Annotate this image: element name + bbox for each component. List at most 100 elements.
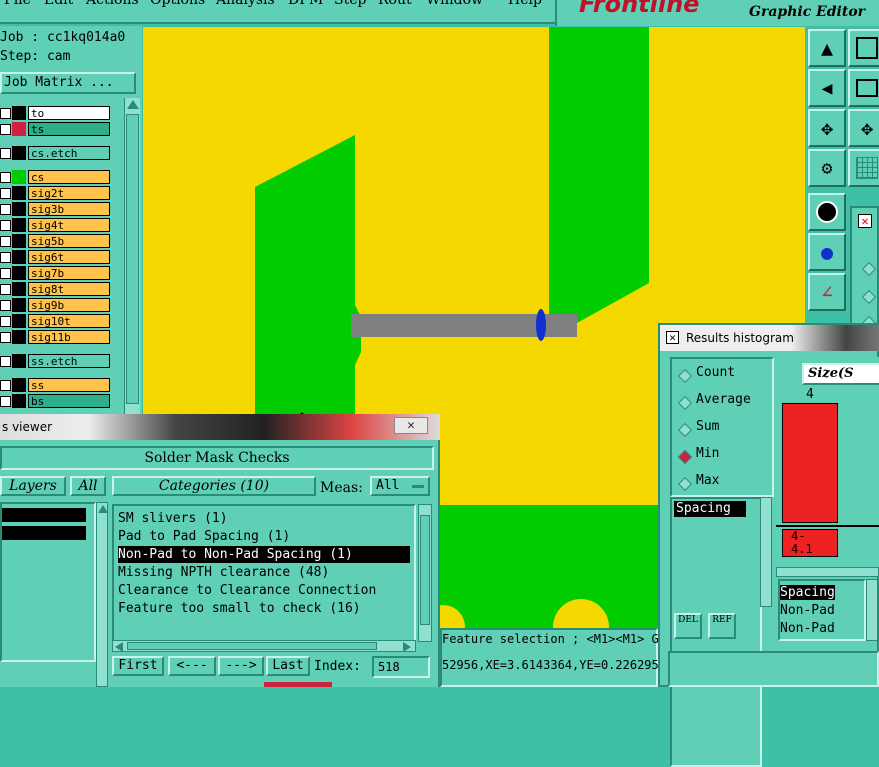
layer-name[interactable]: to: [28, 106, 110, 120]
close-icon[interactable]: ✕: [394, 417, 428, 434]
categories-list[interactable]: SM slivers (1) Pad to Pad Spacing (1) Non-…: [112, 504, 416, 642]
histogram-bar[interactable]: [782, 403, 838, 523]
layer-checkbox[interactable]: [0, 220, 11, 231]
layer-row[interactable]: sig9b: [0, 298, 112, 312]
layer-checkbox[interactable]: [0, 188, 11, 199]
layer-color-swatch[interactable]: [12, 186, 26, 200]
layer-row[interactable]: bs: [0, 394, 112, 408]
scroll-thumb[interactable]: [127, 642, 377, 650]
result-list[interactable]: Spacing Non-Pad Non-Pad: [778, 579, 866, 641]
category-item[interactable]: Pad to Pad Spacing (1): [118, 528, 290, 545]
menu-window[interactable]: Window: [426, 0, 483, 8]
layer-checkbox[interactable]: [0, 124, 11, 135]
layer-checkbox[interactable]: [0, 148, 11, 159]
close-icon[interactable]: ✕: [666, 331, 679, 344]
mode-radio-average[interactable]: [677, 395, 693, 411]
prev-button[interactable]: <---: [168, 656, 216, 676]
grid-tool-button[interactable]: [848, 149, 879, 187]
layer-checkbox[interactable]: [0, 300, 11, 311]
menu-step[interactable]: Step: [334, 0, 366, 8]
first-button[interactable]: First: [112, 656, 164, 676]
layer-color-swatch[interactable]: [12, 234, 26, 248]
layer-color-swatch[interactable]: [12, 146, 26, 160]
layer-name[interactable]: ts: [28, 122, 110, 136]
last-button[interactable]: Last: [266, 656, 310, 676]
option-radio-1[interactable]: [861, 261, 877, 277]
measure-tool-button[interactable]: ∠: [808, 273, 846, 311]
layer-name[interactable]: sig8t: [28, 282, 110, 296]
option-radio-2[interactable]: [861, 289, 877, 305]
layer-color-swatch[interactable]: [12, 250, 26, 264]
layer-checkbox[interactable]: [0, 236, 11, 247]
layer-color-swatch[interactable]: [12, 106, 26, 120]
mode-radio-sum[interactable]: [677, 422, 693, 438]
menu-help[interactable]: Help: [508, 0, 542, 8]
layer-name[interactable]: sig9b: [28, 298, 110, 312]
menu-dfm[interactable]: DFM: [288, 0, 323, 8]
layer-color-swatch[interactable]: [12, 298, 26, 312]
pan-left-button[interactable]: ◀: [808, 69, 846, 107]
next-button[interactable]: --->: [218, 656, 264, 676]
layer-name[interactable]: bs: [28, 394, 110, 408]
layer-checkbox[interactable]: [0, 268, 11, 279]
layer-color-swatch[interactable]: [12, 218, 26, 232]
layer-color-swatch[interactable]: [12, 202, 26, 216]
categories-vscrollbar[interactable]: [418, 504, 432, 642]
layer-color-swatch[interactable]: [12, 170, 26, 184]
mode-radio-count[interactable]: [677, 368, 693, 384]
layer-checkbox[interactable]: [0, 204, 11, 215]
category-item[interactable]: SM slivers (1): [118, 510, 228, 527]
result-list-item[interactable]: Non-Pad: [780, 621, 835, 636]
layer-row[interactable]: cs.etch: [0, 146, 112, 160]
layer-name[interactable]: ss: [28, 378, 110, 392]
categories-hscrollbar[interactable]: [112, 640, 416, 652]
result-list-item[interactable]: Non-Pad: [780, 603, 835, 618]
layer-name[interactable]: sig4t: [28, 218, 110, 232]
layer-row[interactable]: ss: [0, 378, 112, 392]
result-list-scrollbar[interactable]: [866, 579, 878, 641]
layer-row[interactable]: ts: [0, 122, 112, 136]
measure-list-item[interactable]: Spacing: [674, 501, 746, 517]
menu-options[interactable]: Options: [150, 0, 205, 8]
layer-checkbox[interactable]: [0, 252, 11, 263]
layer-name[interactable]: sig5b: [28, 234, 110, 248]
layer-name[interactable]: ss.etch: [28, 354, 110, 368]
layers-list[interactable]: [0, 502, 96, 662]
layer-color-swatch[interactable]: [12, 314, 26, 328]
index-input[interactable]: 518: [372, 656, 430, 678]
del-button[interactable]: DEL: [674, 613, 702, 639]
layer-checkbox[interactable]: [0, 380, 11, 391]
result-list-item[interactable]: Spacing: [780, 585, 835, 600]
layer-row[interactable]: ss.etch: [0, 354, 112, 368]
layer-color-swatch[interactable]: [12, 266, 26, 280]
layer-name[interactable]: sig11b: [28, 330, 110, 344]
layer-name[interactable]: cs.etch: [28, 146, 110, 160]
zoom-out-button[interactable]: ✥: [848, 109, 879, 147]
layer-row[interactable]: sig10t: [0, 314, 112, 328]
layer-color-swatch[interactable]: [12, 378, 26, 392]
layer-color-swatch[interactable]: [12, 122, 26, 136]
pan-up-button[interactable]: [848, 29, 879, 67]
category-item[interactable]: Clearance to Clearance Connection: [118, 582, 376, 599]
layer-row[interactable]: cs: [0, 170, 112, 184]
layer-checkbox[interactable]: [0, 108, 11, 119]
layer-checkbox[interactable]: [0, 332, 11, 343]
zoom-home-button[interactable]: ▲: [808, 29, 846, 67]
layers-list-row[interactable]: [2, 526, 86, 540]
job-matrix-button[interactable]: Job Matrix ...: [0, 72, 136, 94]
histogram-title-bar[interactable]: ✕ Results histogram: [660, 325, 879, 351]
categories-button[interactable]: Categories (10): [112, 476, 316, 496]
scroll-up-arrow-icon[interactable]: [127, 100, 139, 109]
scroll-thumb[interactable]: [126, 114, 139, 404]
layer-row[interactable]: sig11b: [0, 330, 112, 344]
layer-color-swatch[interactable]: [12, 354, 26, 368]
layer-checkbox[interactable]: [0, 284, 11, 295]
layers-scrollbar[interactable]: [96, 502, 108, 687]
layer-color-swatch[interactable]: [12, 330, 26, 344]
select-tool-button[interactable]: [808, 193, 846, 231]
layer-row[interactable]: sig3b: [0, 202, 112, 216]
zoom-in-button[interactable]: ✥: [808, 109, 846, 147]
scroll-up-arrow-icon[interactable]: [98, 505, 108, 513]
histogram-hscrollbar[interactable]: [776, 567, 879, 577]
menu-actions[interactable]: Actions: [86, 0, 139, 8]
